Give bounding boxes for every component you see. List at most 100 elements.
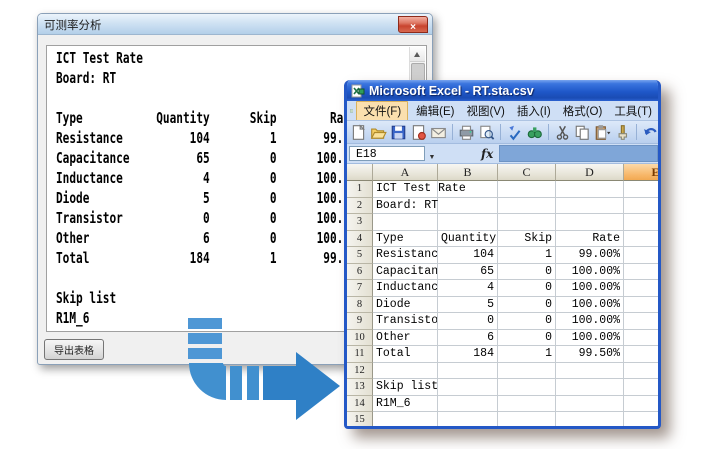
spelling-icon[interactable] <box>506 124 523 141</box>
cell-A10[interactable]: Other <box>373 330 438 347</box>
cell-A12[interactable] <box>373 363 438 380</box>
cell-D14[interactable] <box>556 396 624 413</box>
cell-A2[interactable]: Board: RT <box>373 198 438 215</box>
cell-E4[interactable] <box>624 231 658 248</box>
cell-E8[interactable] <box>624 297 658 314</box>
row-header-12[interactable]: 12 <box>347 363 373 380</box>
select-all-corner[interactable] <box>347 164 373 181</box>
cell-C3[interactable] <box>498 214 556 231</box>
dialog-titlebar[interactable]: 可测率分析 × <box>38 14 432 35</box>
cell-E10[interactable] <box>624 330 658 347</box>
cell-A8[interactable]: Diode <box>373 297 438 314</box>
print-icon[interactable] <box>458 124 475 141</box>
cell-B14[interactable] <box>438 396 498 413</box>
cell-B6[interactable]: 65 <box>438 264 498 281</box>
cell-D10[interactable]: 100.00% <box>556 330 624 347</box>
cell-D15[interactable] <box>556 412 624 426</box>
cell-D2[interactable] <box>556 198 624 215</box>
cell-B9[interactable]: 0 <box>438 313 498 330</box>
cell-D7[interactable]: 100.00% <box>556 280 624 297</box>
cell-A6[interactable]: Capacitance <box>373 264 438 281</box>
formula-input[interactable] <box>499 145 658 162</box>
new-doc-icon[interactable] <box>350 124 367 141</box>
mail-icon[interactable] <box>430 124 447 141</box>
cell-C2[interactable] <box>498 198 556 215</box>
row-header-5[interactable]: 5 <box>347 247 373 264</box>
cell-B4[interactable]: Quantity <box>438 231 498 248</box>
cell-D13[interactable] <box>556 379 624 396</box>
excel-titlebar[interactable]: Microsoft Excel - RT.sta.csv <box>347 80 658 101</box>
cell-C11[interactable]: 1 <box>498 346 556 363</box>
menu-item-2[interactable]: 编辑(E) <box>410 102 460 120</box>
cell-B13[interactable] <box>438 379 498 396</box>
cell-B12[interactable] <box>438 363 498 380</box>
workbook-icon[interactable] <box>350 104 353 118</box>
row-header-1[interactable]: 1 <box>347 181 373 198</box>
column-header-D[interactable]: D <box>556 164 624 181</box>
cell-D8[interactable]: 100.00% <box>556 297 624 314</box>
cell-D11[interactable]: 99.50% <box>556 346 624 363</box>
save-icon[interactable] <box>390 124 407 141</box>
menu-item-3[interactable]: 视图(V) <box>461 102 511 120</box>
cell-E6[interactable] <box>624 264 658 281</box>
cell-A13[interactable]: Skip list <box>373 379 438 396</box>
cell-B8[interactable]: 5 <box>438 297 498 314</box>
cut-icon[interactable] <box>554 124 571 141</box>
cell-C10[interactable]: 0 <box>498 330 556 347</box>
cell-D4[interactable]: Rate <box>556 231 624 248</box>
column-header-C[interactable]: C <box>498 164 556 181</box>
cell-C15[interactable] <box>498 412 556 426</box>
cell-B7[interactable]: 4 <box>438 280 498 297</box>
cell-A4[interactable]: Type <box>373 231 438 248</box>
row-header-8[interactable]: 8 <box>347 297 373 314</box>
open-folder-icon[interactable] <box>370 124 387 141</box>
cell-C7[interactable]: 0 <box>498 280 556 297</box>
close-button[interactable]: × <box>398 16 428 33</box>
cell-B10[interactable]: 6 <box>438 330 498 347</box>
cell-C14[interactable] <box>498 396 556 413</box>
cell-C12[interactable] <box>498 363 556 380</box>
row-header-4[interactable]: 4 <box>347 231 373 248</box>
cell-B11[interactable]: 184 <box>438 346 498 363</box>
cell-E15[interactable] <box>624 412 658 426</box>
cell-E2[interactable] <box>624 198 658 215</box>
row-header-9[interactable]: 9 <box>347 313 373 330</box>
print-preview-icon[interactable] <box>478 124 495 141</box>
cell-E13[interactable] <box>624 379 658 396</box>
cell-A1[interactable]: ICT Test Rate <box>373 181 438 198</box>
cell-C4[interactable]: Skip <box>498 231 556 248</box>
cell-C9[interactable]: 0 <box>498 313 556 330</box>
cell-D3[interactable] <box>556 214 624 231</box>
cell-C13[interactable] <box>498 379 556 396</box>
row-header-2[interactable]: 2 <box>347 198 373 215</box>
row-header-11[interactable]: 11 <box>347 346 373 363</box>
cell-E12[interactable] <box>624 363 658 380</box>
name-box-dropdown[interactable]: ▼ <box>425 146 439 161</box>
cell-C8[interactable]: 0 <box>498 297 556 314</box>
column-header-B[interactable]: B <box>438 164 498 181</box>
menu-item-5[interactable]: 格式(O) <box>557 102 609 120</box>
cell-E5[interactable] <box>624 247 658 264</box>
cell-A9[interactable]: Transistor <box>373 313 438 330</box>
column-header-E[interactable]: E <box>624 164 661 181</box>
row-header-3[interactable]: 3 <box>347 214 373 231</box>
cell-B2[interactable] <box>438 198 498 215</box>
cell-B3[interactable] <box>438 214 498 231</box>
cell-A7[interactable]: Inductance <box>373 280 438 297</box>
row-header-10[interactable]: 10 <box>347 330 373 347</box>
cell-B15[interactable] <box>438 412 498 426</box>
cell-E9[interactable] <box>624 313 658 330</box>
cell-C5[interactable]: 1 <box>498 247 556 264</box>
row-header-15[interactable]: 15 <box>347 412 373 426</box>
research-icon[interactable] <box>526 124 543 141</box>
undo-icon[interactable] <box>642 124 658 141</box>
row-header-6[interactable]: 6 <box>347 264 373 281</box>
cell-D1[interactable] <box>556 181 624 198</box>
column-header-A[interactable]: A <box>373 164 438 181</box>
menu-item-1[interactable]: 文件(F) <box>356 101 408 121</box>
cell-E1[interactable] <box>624 181 658 198</box>
paste-icon[interactable] <box>594 124 611 141</box>
cell-B5[interactable]: 104 <box>438 247 498 264</box>
cell-D6[interactable]: 100.00% <box>556 264 624 281</box>
row-header-13[interactable]: 13 <box>347 379 373 396</box>
